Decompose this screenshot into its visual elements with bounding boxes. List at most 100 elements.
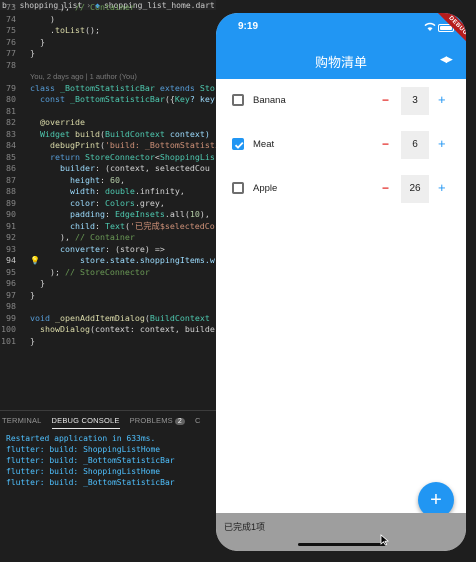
code-line[interactable]: 90 padding: EdgeInsets.all(10), [0, 209, 216, 221]
item-name: Meat [253, 139, 275, 150]
code-token: : [99, 174, 110, 185]
quantity-field[interactable]: 6 [401, 131, 429, 159]
code-line[interactable]: 87 height: 60, [0, 175, 216, 187]
quantity-field[interactable]: 26 [401, 175, 429, 203]
code-text: void _openAddItemDialog(BuildContext [30, 313, 210, 325]
code-token: } [30, 48, 35, 58]
code-line[interactable]: 75 .toList(); [0, 25, 216, 37]
code-token: 10 [189, 209, 200, 219]
code-line[interactable]: 81 [0, 106, 216, 118]
code-line[interactable]: 92 ), // Container [0, 232, 216, 244]
code-line[interactable]: 86 builder: (context, selectedCou [0, 163, 216, 175]
code-line[interactable]: 96 } [0, 278, 216, 290]
line-number: 99 [6, 312, 16, 323]
code-token: ({ [164, 94, 175, 104]
increment-button[interactable]: + [438, 180, 446, 196]
code-text: ), // Container [30, 2, 135, 14]
code-token: EdgeInsets [114, 209, 165, 219]
tab-more[interactable]: C [195, 416, 201, 425]
code-token: : [94, 220, 105, 231]
code-line[interactable]: 84 debugPrint('build: _BottomStatisti [0, 140, 216, 152]
code-text: debugPrint('build: _BottomStatisti [30, 140, 216, 152]
quantity-field[interactable]: 3 [401, 87, 429, 115]
code-line[interactable]: 94 store.state.shoppingItems.w 💡 [0, 255, 216, 267]
code-token: ), [30, 232, 75, 242]
code-line[interactable]: 89 color: Colors.grey, [0, 198, 216, 210]
code-token: Text [104, 220, 125, 231]
code-line[interactable]: 79 class _BottomStatisticBar extends Sto [0, 83, 216, 95]
code-text: } [30, 336, 35, 348]
code-token: class [30, 82, 60, 93]
code-token: // Container [74, 2, 135, 12]
debug-console-output: Restarted application in 633ms. flutter:… [0, 429, 216, 492]
line-number: 78 [6, 59, 16, 70]
code-text: child: Text('已完成$selectedCo [30, 221, 215, 233]
decrement-button[interactable]: − [382, 92, 389, 108]
code-token: (context: context, builde [89, 324, 215, 334]
sort-arrows-icon[interactable]: ◀▶ [440, 54, 453, 65]
increment-button[interactable]: + [438, 92, 446, 108]
code-line[interactable]: 77} [0, 48, 216, 60]
code-token: // StoreConnector [64, 266, 150, 277]
tab-problems[interactable]: PROBLEMS 2 [130, 416, 185, 425]
code-text: } [30, 290, 35, 302]
code-token: } [30, 289, 35, 300]
code-line[interactable]: 76 } [0, 37, 216, 49]
code-token: .infinity, [134, 186, 185, 196]
code-token: ShoppingLis [159, 151, 215, 162]
code-token: '已完成$selectedCo [129, 220, 215, 231]
code-line[interactable]: 100 showDialog(context: context, builde [0, 324, 216, 336]
item-name: Banana [253, 95, 286, 106]
code-line[interactable]: 74 ) [0, 14, 216, 26]
item-checkbox[interactable] [232, 182, 244, 194]
code-line[interactable]: 83 Widget build(BuildContext context) [0, 129, 216, 141]
check-icon [234, 141, 244, 149]
tab-debug-console[interactable]: DEBUG CONSOLE [51, 416, 120, 429]
line-number: 87 [6, 174, 16, 185]
code-line[interactable]: 73 ), // Container [0, 2, 216, 14]
increment-button[interactable]: + [438, 136, 446, 152]
code-line[interactable]: 101} [0, 336, 216, 348]
tab-terminal[interactable]: TERMINAL [2, 416, 42, 425]
code-token: ), [199, 209, 210, 219]
code-text: height: 60, [30, 175, 125, 187]
code-text: return StoreConnector<ShoppingLis [30, 152, 215, 164]
code-token: . [30, 25, 55, 35]
line-number: 85 [6, 151, 16, 162]
lightbulb-icon[interactable]: 💡 [30, 255, 40, 267]
code-token: 60 [109, 174, 120, 185]
code-text: ) [30, 14, 55, 26]
code-editor[interactable]: b › shopping_list › ◆ shopping_list_home… [0, 0, 216, 562]
line-number: 100 [1, 324, 16, 334]
code-line[interactable]: 85 return StoreConnector<ShoppingLis [0, 152, 216, 164]
line-number: 88 [6, 186, 16, 196]
code-token: Sto [199, 82, 215, 93]
code-line[interactable]: 99 void _openAddItemDialog(BuildContext [0, 313, 216, 325]
line-number: 98 [6, 301, 16, 311]
code-line[interactable]: 88 width: double.infinity, [0, 186, 216, 198]
wifi-icon [424, 22, 436, 31]
code-line[interactable]: 91 child: Text('已完成$selectedCo [0, 221, 216, 233]
item-checkbox[interactable] [232, 94, 244, 106]
code-line[interactable]: 82 @override [0, 117, 216, 129]
code-line[interactable]: 93 converter: (store) => [0, 244, 216, 256]
code-line[interactable]: 97} [0, 290, 216, 302]
bottom-panel: TERMINAL DEBUG CONSOLE PROBLEMS 2 C Resta… [0, 410, 216, 562]
home-indicator[interactable] [298, 543, 386, 546]
decrement-button[interactable]: − [382, 180, 389, 196]
item-checkbox[interactable] [232, 138, 244, 150]
decrement-button[interactable]: − [382, 136, 389, 152]
code-token: } [30, 278, 45, 288]
code-line[interactable]: 80 const _BottomStatisticBar({Key? key [0, 94, 216, 106]
git-blame-annotation[interactable]: You, 2 days ago | 1 author (You) [0, 71, 216, 83]
code-line[interactable]: 98 [0, 301, 216, 313]
code-text: } [30, 37, 45, 49]
code-line[interactable]: 78 [0, 60, 216, 72]
code-text: class _BottomStatisticBar extends Sto [30, 83, 215, 95]
code-text: ), // Container [30, 232, 135, 244]
code-line[interactable]: 95 ); // StoreConnector [0, 267, 216, 279]
